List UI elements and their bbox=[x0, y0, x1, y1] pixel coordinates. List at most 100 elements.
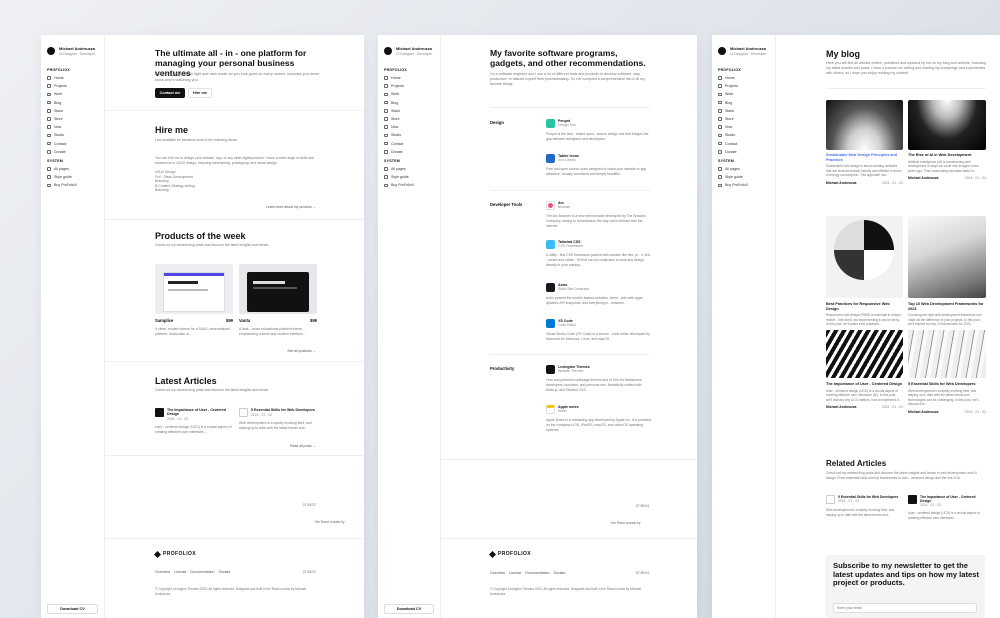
tool-item[interactable]: Tabler Icons Icon Library Free and open … bbox=[546, 154, 651, 177]
sidebar-item-contact[interactable]: Contact bbox=[47, 140, 102, 148]
sidebar-item-home[interactable]: Home bbox=[47, 74, 102, 82]
blog-title: My blog bbox=[826, 49, 860, 59]
tabler-icon bbox=[546, 154, 555, 163]
footer-link[interactable]: Documentation bbox=[190, 570, 214, 574]
post-thumb[interactable] bbox=[908, 216, 986, 298]
tool-item[interactable]: Lexington Themes Website Themes Free and… bbox=[546, 365, 651, 393]
tool-item[interactable]: Apple notes Notes Apple Notes is a notet… bbox=[546, 405, 651, 433]
footer-link[interactable]: Socials bbox=[219, 570, 231, 574]
article-card[interactable]: 5 Essential Skills for Web Developers 20… bbox=[239, 408, 319, 431]
sidebar-item-studio[interactable]: Studio bbox=[384, 131, 438, 139]
sidebar-item-buy[interactable]: Buy ProFolioX bbox=[47, 181, 102, 189]
profile[interactable]: Michael Andreuzza UI Designer · Develope… bbox=[47, 46, 95, 56]
sidebar-item-studio[interactable]: Studio bbox=[47, 131, 102, 139]
sidebar-item-style-guide[interactable]: Style guide bbox=[384, 173, 438, 181]
profile[interactable]: Michael Andreuzza UI Designer · Develope… bbox=[718, 46, 766, 56]
sidebar-item-projects[interactable]: Projects bbox=[47, 82, 102, 90]
post-card[interactable]: Sustainable Web Design Principles and Pr… bbox=[826, 153, 903, 185]
read-all-posts-link[interactable]: Read all posts → bbox=[290, 444, 316, 448]
sidebar-item-contact[interactable]: Contact bbox=[718, 140, 773, 148]
tool-item[interactable]: Arc Browser The Arc Browser is a new web… bbox=[546, 201, 651, 229]
sidebar-item-buy[interactable]: Buy ProFolioX bbox=[718, 181, 773, 189]
folder-icon bbox=[47, 84, 51, 89]
sidebar-item-buy[interactable]: Buy ProFolioX bbox=[384, 181, 438, 189]
article-card[interactable]: The Importance of User - Centered Design… bbox=[155, 408, 235, 435]
sidebar-item-contact[interactable]: Contact bbox=[384, 140, 438, 148]
sidebar-item-now[interactable]: Now bbox=[384, 123, 438, 131]
contact-me-button[interactable]: Contact me bbox=[155, 88, 185, 98]
product-card[interactable]: Samplice $99 A clean, modern theme for a … bbox=[155, 318, 233, 337]
sidebar-item-projects[interactable]: Projects bbox=[718, 82, 773, 90]
product-thumb-vanta[interactable] bbox=[239, 264, 317, 314]
related-card[interactable]: 5 Essential Skills for Web Developers 20… bbox=[826, 495, 903, 517]
product-card[interactable]: Vanta $99 A dark - mode educational platf… bbox=[239, 318, 317, 337]
tool-item[interactable]: Astro Static Site Generator Astro powers… bbox=[546, 283, 651, 306]
download-cv-button[interactable]: Download CV bbox=[384, 604, 434, 614]
sidebar-item-blog[interactable]: Blog bbox=[47, 99, 102, 107]
footer-logo[interactable]: PROFOLIOX bbox=[488, 550, 531, 558]
sidebar-item-studio[interactable]: Studio bbox=[718, 131, 773, 139]
footer-link[interactable]: Socials bbox=[554, 571, 566, 575]
footer-link[interactable]: License bbox=[174, 570, 186, 574]
post-thumb[interactable] bbox=[826, 216, 903, 298]
sidebar-item-stack[interactable]: Stack bbox=[384, 107, 438, 115]
sidebar-item-now[interactable]: Now bbox=[47, 123, 102, 131]
sidebar-item-home[interactable]: Home bbox=[384, 74, 438, 82]
post-card[interactable]: The Rise of AI in Web Development Artifi… bbox=[908, 153, 986, 180]
hire-me-button[interactable]: Hire me bbox=[188, 88, 212, 98]
sidebar-item-all-pages[interactable]: All pages bbox=[384, 165, 438, 173]
newsletter-email-input[interactable] bbox=[833, 603, 977, 613]
sidebar-item-all-pages[interactable]: All pages bbox=[47, 165, 102, 173]
tool-item[interactable]: Penpot Design Tool Penpot is the web - b… bbox=[546, 119, 651, 142]
pages-icon bbox=[384, 167, 388, 171]
product-thumb-samplice[interactable] bbox=[155, 264, 233, 314]
see-all-products-link[interactable]: See all products → bbox=[287, 349, 316, 353]
sidebar-item-donate[interactable]: Donate bbox=[718, 148, 773, 156]
sidebar-item-donate[interactable]: Donate bbox=[384, 148, 438, 156]
product-name: Vanta bbox=[239, 318, 251, 323]
sidebar-item-home[interactable]: Home bbox=[718, 74, 773, 82]
clock-icon bbox=[47, 125, 51, 130]
book-icon bbox=[47, 175, 51, 180]
tool-item[interactable]: VS Code Code Editor Visual Studio Code (… bbox=[546, 319, 651, 342]
post-thumb[interactable] bbox=[908, 100, 986, 150]
post-card[interactable]: 5 Essential Skills for Web Developers We… bbox=[908, 382, 986, 414]
download-cv-button[interactable]: Download CV bbox=[47, 604, 98, 614]
post-thumb[interactable] bbox=[908, 330, 986, 378]
tool-desc: The Arc Browser is a new web browser dev… bbox=[546, 214, 646, 228]
divider bbox=[490, 354, 650, 355]
post-thumb[interactable] bbox=[826, 100, 903, 150]
post-card[interactable]: The Importance of User - Centered Design… bbox=[826, 382, 903, 409]
sidebar-item-work[interactable]: Work bbox=[718, 90, 773, 98]
footer-link[interactable]: Overview bbox=[155, 570, 170, 574]
layers-icon bbox=[384, 109, 388, 113]
sidebar-item-store[interactable]: Store bbox=[384, 115, 438, 123]
tool-item[interactable]: Tailwind CSS CSS Framework A utility - f… bbox=[546, 240, 651, 268]
sidebar-item-style-guide[interactable]: Style guide bbox=[718, 173, 773, 181]
shop-icon bbox=[47, 117, 51, 121]
sidebar-item-work[interactable]: Work bbox=[47, 90, 102, 98]
sidebar-item-store[interactable]: Store bbox=[718, 115, 773, 123]
sidebar-item-blog[interactable]: Blog bbox=[384, 99, 438, 107]
sidebar-item-stack[interactable]: Stack bbox=[47, 107, 102, 115]
sidebar-item-donate[interactable]: Donate bbox=[47, 148, 102, 156]
sidebar-item-style-guide[interactable]: Style guide bbox=[47, 173, 102, 181]
related-card[interactable]: The Importance of User - Centered Design… bbox=[908, 495, 986, 520]
footer-link[interactable]: Documentation bbox=[525, 571, 549, 575]
nav-section-title: PROFOLIOX bbox=[47, 68, 70, 72]
mail-icon bbox=[47, 141, 51, 146]
post-thumb[interactable] bbox=[826, 330, 903, 378]
sidebar-item-store[interactable]: Store bbox=[47, 115, 102, 123]
learn-more-link[interactable]: Learn more about my services → bbox=[266, 205, 316, 209]
profile[interactable]: Michael Andreuzza UI Designer · Develope… bbox=[384, 46, 432, 56]
sidebar-item-blog[interactable]: Blog bbox=[718, 99, 773, 107]
sidebar-item-stack[interactable]: Stack bbox=[718, 107, 773, 115]
footer-link[interactable]: Overview bbox=[490, 571, 505, 575]
sidebar-item-work[interactable]: Work bbox=[384, 90, 438, 98]
sidebar-item-all-pages[interactable]: All pages bbox=[718, 165, 773, 173]
footer-logo[interactable]: PROFOLIOX bbox=[153, 550, 196, 558]
sidebar-item-projects[interactable]: Projects bbox=[384, 82, 438, 90]
sidebar-item-now[interactable]: Now bbox=[718, 123, 773, 131]
footer-link[interactable]: License bbox=[509, 571, 521, 575]
footer-clock: 07:33:37 bbox=[302, 570, 316, 574]
